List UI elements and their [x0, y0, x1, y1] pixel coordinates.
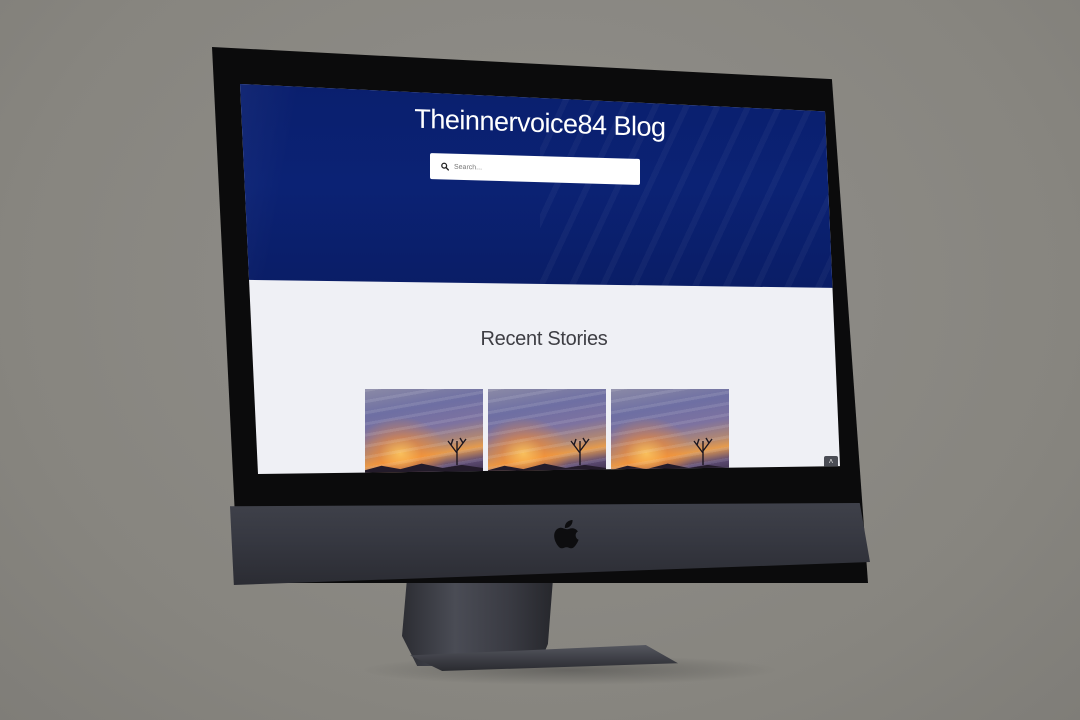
search-icon[interactable] — [436, 162, 454, 171]
recent-stories-heading: Recent Stories — [480, 328, 608, 350]
scene: Theinnervoice84 Blog Recent Stories — [0, 0, 1080, 720]
tree-silhouette — [447, 437, 467, 465]
search-input[interactable] — [454, 163, 624, 175]
recent-stories-list — [365, 389, 737, 474]
apple-logo-icon — [552, 518, 582, 558]
screen: Theinnervoice84 Blog Recent Stories — [240, 83, 840, 474]
story-card[interactable] — [611, 389, 729, 474]
story-card[interactable] — [488, 389, 606, 474]
chevron-up-icon: ˄ — [828, 457, 834, 466]
tree-silhouette — [570, 437, 590, 465]
story-card[interactable] — [365, 389, 483, 474]
tree-silhouette — [693, 437, 713, 465]
scroll-to-top-button[interactable]: ˄ — [824, 456, 838, 468]
